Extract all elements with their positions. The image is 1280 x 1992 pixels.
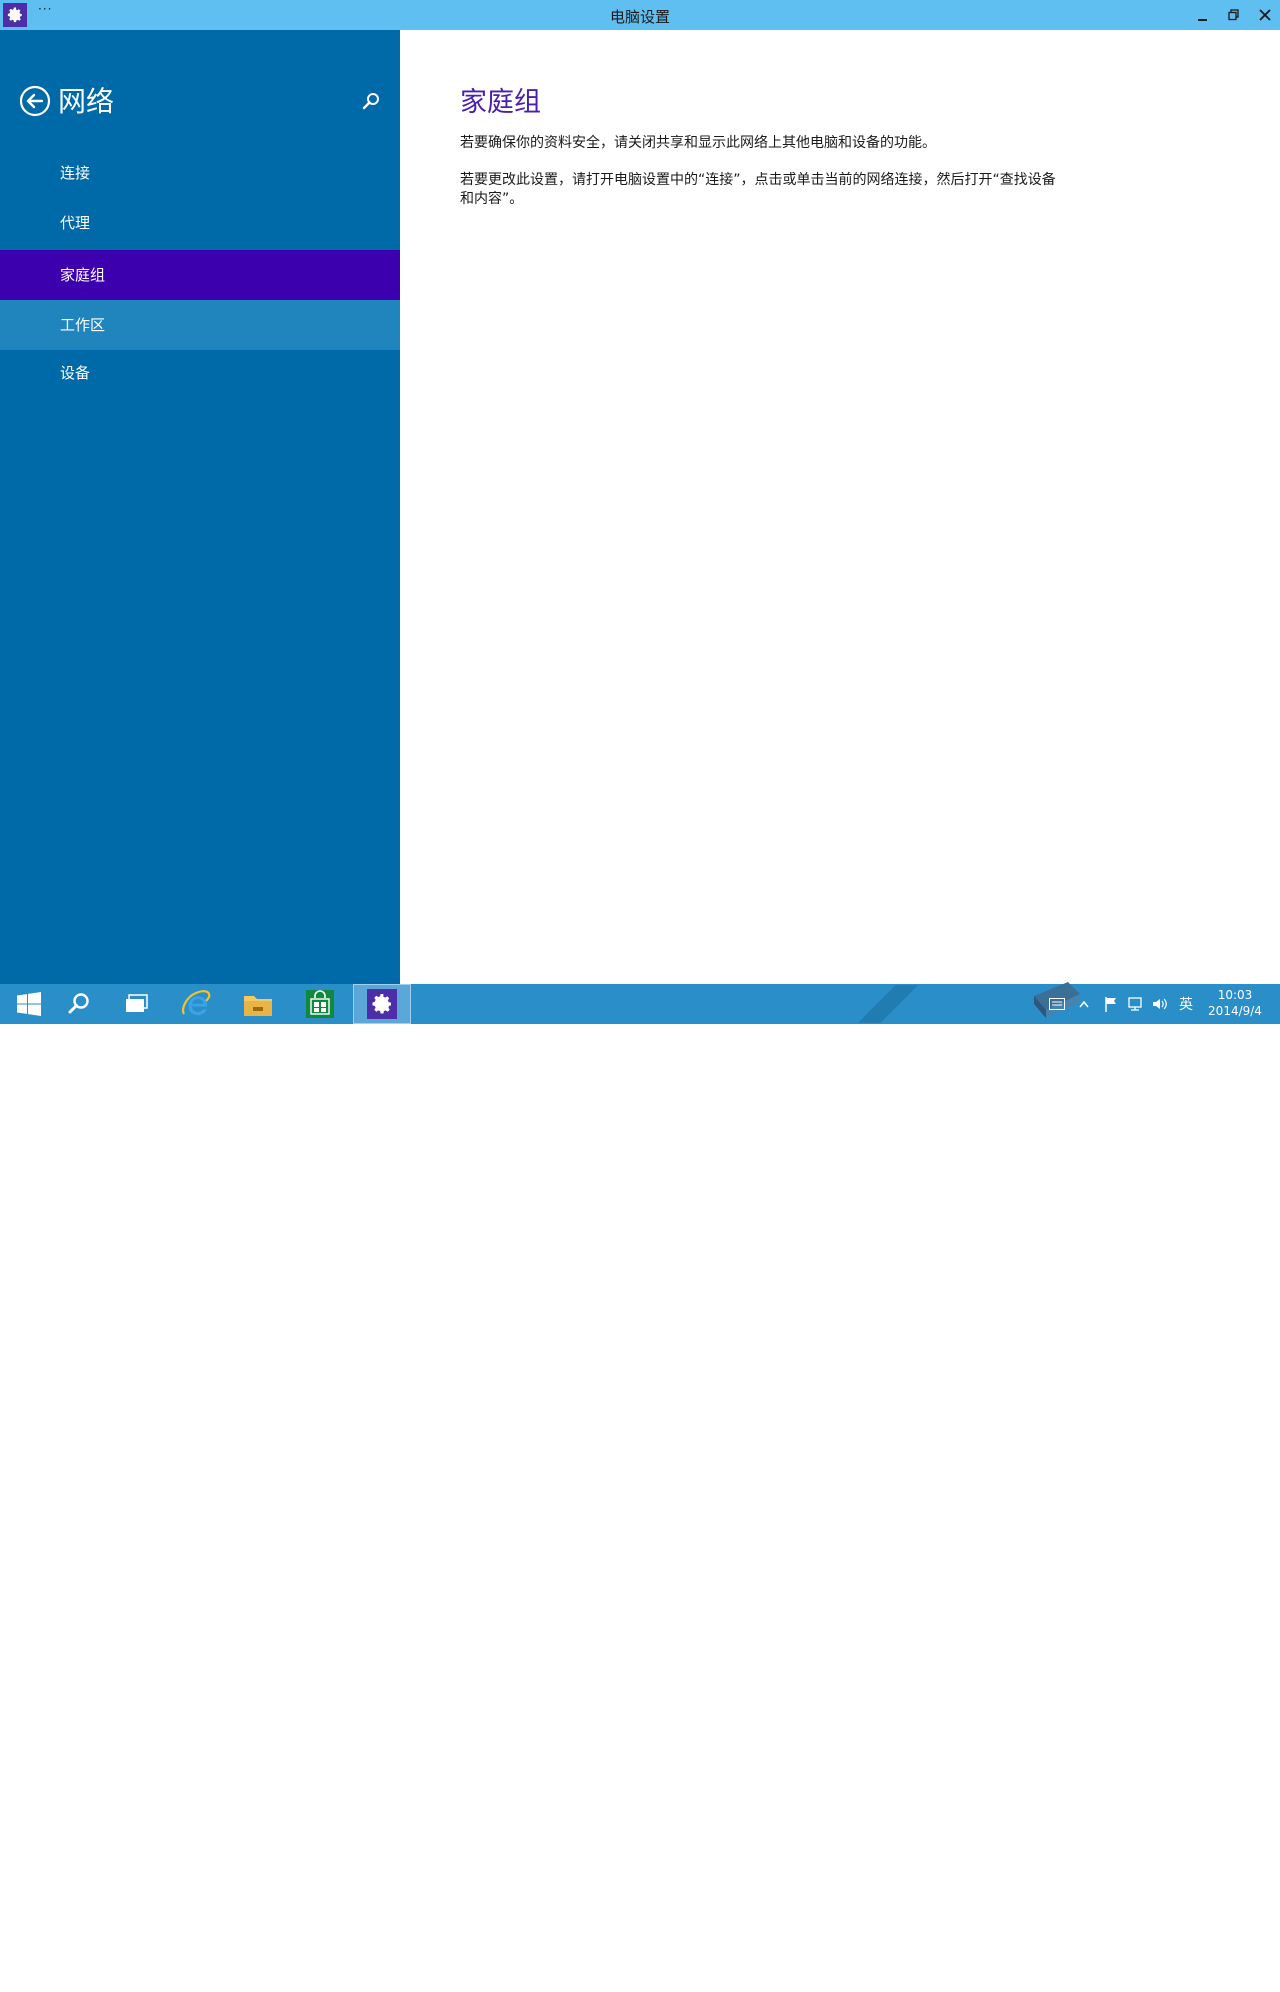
minimize-icon (1198, 19, 1207, 21)
search-icon (68, 993, 89, 1014)
sidebar-item-label: 连接 (60, 164, 91, 182)
taskbar: The Collection Book 英 10:03 2014/9/4 (0, 982, 1280, 1992)
settings-tile (367, 989, 397, 1019)
sidebar-item-proxy[interactable]: 代理 (0, 198, 400, 248)
task-view-icon (126, 994, 148, 1012)
sidebar-item-homegroup[interactable]: 家庭组 (0, 250, 400, 300)
volume-icon (1153, 998, 1167, 1010)
show-hidden-icons-button[interactable] (1076, 984, 1092, 1024)
sidebar-item-label: 代理 (60, 214, 91, 232)
sidebar-item-label: 设备 (60, 364, 91, 382)
restore-button[interactable] (1219, 0, 1249, 30)
settings-icon (372, 994, 391, 1014)
main-content: 家庭组 若要确保你的资料安全，请关闭共享和显示此网络上其他电脑和设备的功能。 若… (400, 30, 1280, 984)
sidebar-title: 网络 (58, 85, 115, 118)
action-center-button[interactable] (1046, 984, 1068, 1024)
store-button[interactable] (291, 984, 349, 1024)
taskbar-search-button[interactable] (50, 984, 108, 1024)
sidebar-item-devices[interactable]: 设备 (0, 348, 400, 398)
clock[interactable]: 10:03 2014/9/4 (1200, 987, 1270, 1019)
search-button[interactable] (360, 90, 382, 112)
task-view-button[interactable] (108, 984, 166, 1024)
sidebar-item-label: 家庭组 (60, 266, 106, 284)
sidebar: 网络 连接 代理 家庭组 工作区 设备 (0, 30, 400, 984)
description-paragraph: 若要确保你的资料安全，请关闭共享和显示此网络上其他电脑和设备的功能。 (460, 135, 936, 151)
ie-icon (182, 990, 211, 1016)
desktop-decor (858, 985, 918, 1023)
ime-indicator[interactable]: 英 (1174, 984, 1198, 1024)
flag-icon (1105, 997, 1116, 1012)
network-icon (1128, 997, 1142, 1011)
clock-date: 2014/9/4 (1208, 1004, 1262, 1018)
settings-taskbar-button[interactable] (353, 984, 411, 1024)
flag-tray-button[interactable] (1100, 984, 1122, 1024)
watermark-text: The Collection Book (1095, 1972, 1264, 1992)
title-bar: ··· 电脑设置 (0, 0, 1280, 30)
network-tray-button[interactable] (1124, 984, 1146, 1024)
sidebar-item-workplace[interactable]: 工作区 (0, 300, 400, 350)
file-explorer-icon (244, 996, 272, 1016)
search-icon (362, 93, 379, 110)
internet-explorer-button[interactable] (167, 984, 225, 1024)
chevron-up-icon (1079, 1000, 1089, 1008)
volume-tray-button[interactable] (1148, 984, 1170, 1024)
clock-time: 10:03 (1217, 988, 1253, 1002)
back-button[interactable] (19, 85, 51, 117)
window-title: 电脑设置 (609, 8, 670, 26)
restore-icon (1228, 9, 1239, 21)
file-explorer-button[interactable] (229, 984, 287, 1024)
minimize-button[interactable] (1188, 0, 1218, 30)
keyboard-icon (1049, 998, 1065, 1010)
close-icon (1259, 9, 1271, 21)
back-arrow-icon (19, 85, 51, 117)
close-button[interactable] (1250, 0, 1280, 30)
store-icon (306, 990, 334, 1018)
sidebar-item-connections[interactable]: 连接 (0, 148, 400, 198)
page-title: 家庭组 (460, 87, 541, 118)
sidebar-item-label: 工作区 (60, 316, 106, 334)
instruction-paragraph: 若要更改此设置，请打开电脑设置中的“连接”，点击或单击当前的网络连接，然后打开“… (460, 172, 1056, 207)
start-icon (17, 992, 41, 1016)
